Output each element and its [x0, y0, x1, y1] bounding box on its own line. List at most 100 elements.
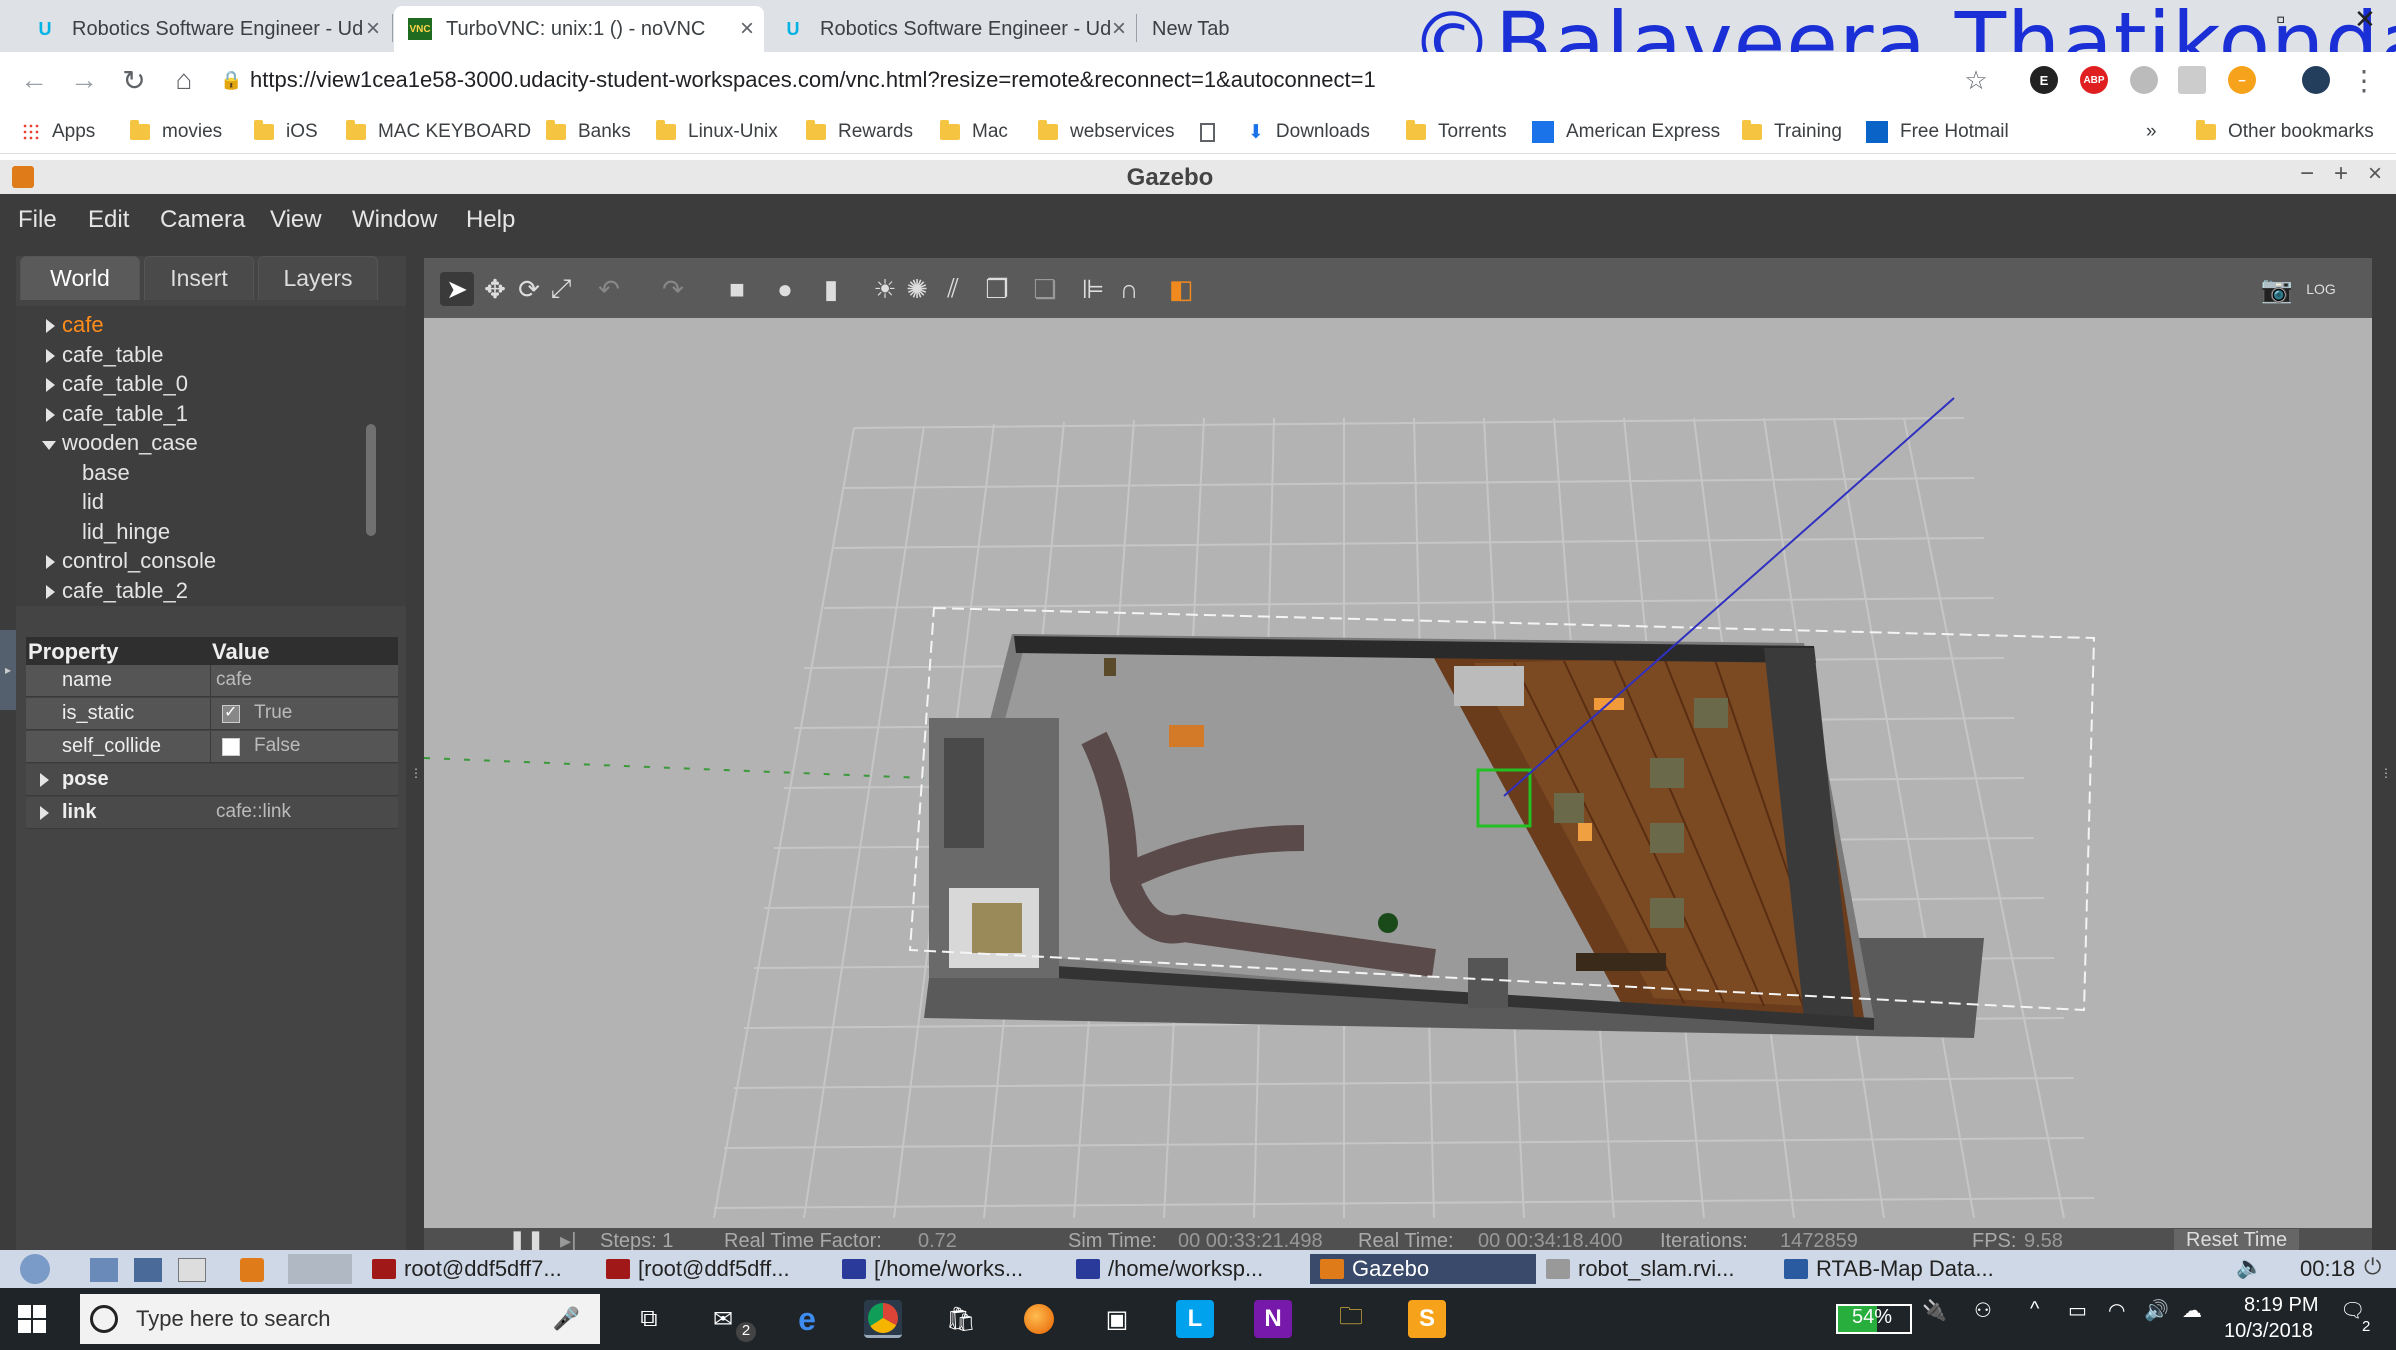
extension-icon[interactable]: −: [2228, 66, 2256, 94]
screenshot-icon[interactable]: 📷: [2260, 272, 2294, 306]
tree-item-lid-hinge[interactable]: lid_hinge: [82, 519, 170, 545]
taskbar-date[interactable]: 10/3/2018: [2224, 1320, 2313, 1343]
expand-arrow-icon[interactable]: [40, 773, 49, 787]
snap-icon[interactable]: ∩: [1112, 272, 1146, 306]
point-light-icon[interactable]: ☀: [868, 272, 902, 306]
close-icon[interactable]: ×: [366, 15, 380, 43]
collapse-arrow-icon[interactable]: [42, 441, 56, 450]
reload-icon[interactable]: ↻: [116, 62, 152, 98]
menu-edit[interactable]: Edit: [88, 206, 129, 234]
bookmark-ios[interactable]: iOS: [254, 118, 318, 146]
extension-icon[interactable]: E: [2030, 66, 2058, 94]
terminal-launcher-icon[interactable]: [134, 1258, 162, 1282]
select-mode-icon[interactable]: ➤: [440, 272, 474, 306]
expand-arrow-icon[interactable]: [46, 584, 55, 599]
step-icon[interactable]: ▸|: [560, 1228, 577, 1250]
home-icon[interactable]: ⌂: [166, 62, 202, 98]
tree-item-cafe-table[interactable]: cafe_table: [62, 342, 164, 368]
pause-icon[interactable]: ❚❚: [508, 1228, 545, 1250]
tree-item-cafe-table-2[interactable]: cafe_table_2: [62, 578, 188, 604]
file-manager-icon[interactable]: [90, 1258, 118, 1282]
task-view-icon[interactable]: ⧉: [630, 1300, 668, 1338]
battery-tray-icon[interactable]: ▭: [2068, 1298, 2087, 1323]
spot-light-icon[interactable]: ✺: [900, 272, 934, 306]
sublime-icon[interactable]: S: [1408, 1300, 1446, 1338]
tree-item-base[interactable]: base: [82, 460, 130, 486]
tree-scrollbar[interactable]: [366, 424, 376, 536]
chrome-icon[interactable]: [864, 1300, 902, 1338]
wifi-icon[interactable]: ◠: [2108, 1298, 2125, 1323]
task-rtabmap[interactable]: RTAB-Map Data...: [1784, 1254, 1994, 1284]
bookmark-torrents[interactable]: Torrents: [1406, 118, 1507, 146]
microphone-icon[interactable]: 🎤: [553, 1306, 580, 1332]
rotate-mode-icon[interactable]: ⟳: [512, 272, 546, 306]
expand-arrow-icon[interactable]: [40, 806, 49, 820]
taskbar-time[interactable]: 8:19 PM: [2244, 1294, 2318, 1317]
bookmark-page[interactable]: [1200, 118, 1215, 146]
menu-window[interactable]: Window: [352, 206, 437, 234]
bookmark-mac[interactable]: Mac: [940, 118, 1008, 146]
scale-mode-icon[interactable]: ⤢: [544, 272, 578, 306]
expand-arrow-icon[interactable]: [46, 555, 55, 569]
profile-avatar[interactable]: [2302, 66, 2330, 94]
close-window-icon[interactable]: ✕: [2354, 4, 2376, 35]
browser-tab-2[interactable]: VNC TurboVNC: unix:1 () - noVNC ×: [394, 6, 764, 52]
property-row-link[interactable]: link cafe::link: [26, 797, 398, 829]
terminal-app-icon[interactable]: ▣: [1098, 1300, 1136, 1338]
volume-icon[interactable]: 🔊: [2144, 1298, 2169, 1323]
task-gazebo[interactable]: Gazebo: [1310, 1254, 1536, 1284]
self-collide-checkbox[interactable]: [222, 738, 240, 756]
onenote-icon[interactable]: N: [1254, 1300, 1292, 1338]
star-icon[interactable]: ☆: [1958, 62, 1994, 98]
bookmark-training[interactable]: Training: [1742, 118, 1842, 146]
reset-time-button[interactable]: Reset Time: [2174, 1229, 2300, 1250]
tree-item-cafe-table-1[interactable]: cafe_table_1: [62, 401, 188, 427]
3d-viewport[interactable]: ➤ ✥ ⟳ ⤢ ↶ ↷ ■ ● ▮ ☀ ✺ ⫽ ❐ ❏ ⊫ ∩ ◧ 📷 LOG: [424, 258, 2372, 1250]
bookmark-movies[interactable]: movies: [130, 118, 222, 146]
extension-icon[interactable]: [2130, 66, 2158, 94]
browser-tab-4[interactable]: New Tab: [1138, 6, 1438, 52]
file-explorer-icon[interactable]: 🗀: [1332, 1300, 1370, 1338]
other-bookmarks[interactable]: Other bookmarks: [2196, 118, 2374, 146]
tab-world[interactable]: World: [20, 256, 140, 300]
align-icon[interactable]: ⊫: [1076, 272, 1110, 306]
bookmark-webservices[interactable]: webservices: [1038, 118, 1175, 146]
bookmark-rewards[interactable]: Rewards: [806, 118, 913, 146]
menu-help[interactable]: Help: [466, 206, 515, 234]
back-icon[interactable]: ←: [16, 62, 52, 98]
cylinder-shape-icon[interactable]: ▮: [814, 272, 848, 306]
bookmark-free-hotmail[interactable]: Free Hotmail: [1866, 118, 2009, 146]
power-icon[interactable]: ⏻: [2364, 1254, 2381, 1280]
box-shape-icon[interactable]: ■: [720, 272, 754, 306]
bookmark-downloads[interactable]: ⬇ Downloads: [1248, 118, 1370, 146]
redo-icon[interactable]: ↷: [656, 272, 690, 306]
close-icon[interactable]: ×: [2368, 160, 2382, 188]
more-menu-icon[interactable]: ⋮: [2346, 62, 2382, 98]
firefox-icon[interactable]: [1020, 1300, 1058, 1338]
task-rviz[interactable]: robot_slam.rvi...: [1546, 1254, 1735, 1284]
property-row-self-collide[interactable]: self_collide False: [26, 731, 398, 763]
forward-icon[interactable]: →: [66, 62, 102, 98]
task-terminal-1[interactable]: root@ddf5dff7...: [372, 1254, 562, 1284]
tree-item-control-console[interactable]: control_console: [62, 548, 216, 574]
expand-arrow-icon[interactable]: [46, 407, 55, 422]
tree-item-cafe-table-0[interactable]: cafe_table_0: [62, 371, 188, 397]
panel-collapse-handle[interactable]: ▸: [0, 630, 16, 710]
store-icon[interactable]: 🛍: [942, 1300, 980, 1338]
view-angle-icon[interactable]: ◧: [1164, 272, 1198, 306]
tab-insert[interactable]: Insert: [144, 256, 254, 300]
is-static-checkbox[interactable]: [222, 702, 240, 723]
right-panel-splitter-handle[interactable]: ⋮: [2380, 766, 2392, 780]
bookmark-mac-keyboard[interactable]: MAC KEYBOARD: [346, 118, 531, 146]
bookmark-apps[interactable]: Apps: [22, 118, 95, 146]
paste-icon[interactable]: ❏: [1028, 272, 1062, 306]
directional-light-icon[interactable]: ⫽: [936, 272, 970, 306]
people-icon[interactable]: ⚇: [1974, 1298, 1992, 1323]
bookmark-banks[interactable]: Banks: [546, 118, 631, 146]
edge-icon[interactable]: e: [788, 1300, 826, 1338]
task-terminal-2[interactable]: [root@ddf5dff...: [606, 1254, 790, 1284]
minimize-icon[interactable]: −: [2300, 160, 2314, 188]
maximize-icon[interactable]: ▫: [2276, 4, 2285, 35]
volume-icon[interactable]: 🔈: [2236, 1254, 2263, 1280]
show-hidden-icons[interactable]: ^: [2030, 1298, 2039, 1321]
